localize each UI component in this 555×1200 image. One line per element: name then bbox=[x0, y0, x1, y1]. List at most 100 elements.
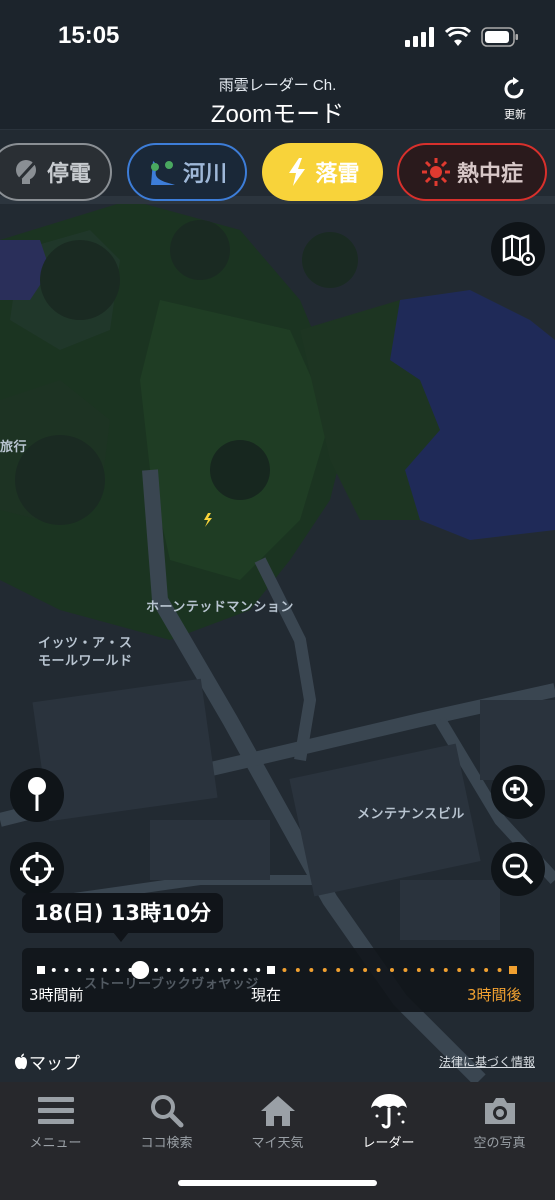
timeline-past-dot bbox=[256, 968, 261, 972]
timeline-end-marker bbox=[509, 966, 517, 974]
status-bar: 15:05 bbox=[0, 0, 555, 70]
chip-heatstroke[interactable]: 熱中症 bbox=[397, 143, 547, 201]
map-settings-button[interactable] bbox=[491, 222, 545, 276]
header-subtitle: 雨雲レーダー Ch. bbox=[218, 77, 337, 94]
timeline-future-dot bbox=[363, 968, 368, 972]
search-icon bbox=[150, 1095, 183, 1128]
timeline-future-dot bbox=[376, 968, 381, 972]
timeline-future-dot bbox=[416, 968, 421, 972]
timeline-past-dot bbox=[217, 968, 222, 972]
chip-lightning[interactable]: 落雷 bbox=[262, 143, 383, 201]
map-label-storybook: ストーリーブックヴォヤッジ bbox=[84, 977, 259, 992]
crosshair-icon bbox=[20, 852, 54, 886]
lightning-icon bbox=[289, 158, 306, 186]
legal-link[interactable]: 法律に基づく情報 bbox=[439, 1053, 535, 1070]
current-location-button[interactable] bbox=[10, 842, 64, 896]
signal-icon bbox=[405, 27, 434, 47]
map-label-small-world: イッツ・ア・ス モールワールド bbox=[38, 636, 133, 669]
pin-icon bbox=[28, 777, 46, 811]
apple-maps-attribution: マップ bbox=[14, 1049, 80, 1074]
timeline-past-dot bbox=[192, 968, 197, 972]
river-icon bbox=[150, 161, 175, 185]
timeline-past-dot bbox=[179, 968, 184, 972]
chip-heatstroke-label: 熱中症 bbox=[456, 162, 523, 187]
tab-sky-photos[interactable]: 空の写真 bbox=[444, 1092, 555, 1154]
timeline-future-dot bbox=[309, 968, 314, 972]
timeline-future-dot bbox=[497, 968, 502, 972]
timeline-past-dot bbox=[77, 968, 82, 972]
wifi-icon bbox=[445, 27, 471, 46]
timeline-future-dot bbox=[322, 968, 327, 972]
timeline-future-dot bbox=[457, 968, 462, 972]
refresh-icon bbox=[504, 77, 524, 99]
timeline-past-dot bbox=[205, 968, 210, 972]
timeline-past-dot bbox=[230, 968, 235, 972]
tab-search-label: ココ検索 bbox=[140, 1136, 193, 1151]
apple-logo-icon bbox=[15, 1053, 27, 1070]
timestamp-bubble: 18(日) 13時10分 bbox=[22, 893, 224, 933]
timeline-end-label: 3時間後 bbox=[467, 986, 522, 1004]
timeline-past-dot bbox=[102, 968, 107, 972]
timeline-start-label: 3時間前 bbox=[29, 986, 84, 1004]
home-icon bbox=[260, 1096, 295, 1126]
refresh-label: 更新 bbox=[504, 108, 526, 121]
power-outage-icon bbox=[13, 158, 39, 186]
pin-button[interactable] bbox=[10, 768, 64, 822]
timeline-past-dot bbox=[51, 968, 56, 972]
timeline-past-dot bbox=[154, 968, 158, 972]
tab-radar[interactable]: レーダー bbox=[333, 1092, 444, 1154]
timeline-future-dot bbox=[470, 968, 475, 972]
camera-icon bbox=[484, 1098, 515, 1124]
timeline-future-dot bbox=[403, 968, 408, 972]
apple-maps-label: マップ bbox=[29, 1054, 80, 1074]
timeline-now-marker bbox=[267, 966, 275, 974]
timeline-start-marker bbox=[37, 966, 45, 974]
tab-search[interactable]: ココ検索 bbox=[111, 1092, 222, 1154]
timeline-future-dot bbox=[282, 968, 287, 972]
timeline-past-dot bbox=[64, 968, 69, 972]
time-slider[interactable]: ストーリーブックヴォヤッジ 3時間前 現在 3時間後 bbox=[22, 948, 534, 1012]
tab-my-weather[interactable]: マイ天気 bbox=[222, 1092, 333, 1154]
timeline-past-dot bbox=[243, 968, 248, 972]
status-icons bbox=[405, 26, 519, 48]
timeline-future-dot bbox=[443, 968, 448, 972]
chip-power-outage-label: 停電 bbox=[46, 162, 91, 187]
tab-sky-photos-label: 空の写真 bbox=[473, 1136, 526, 1151]
timeline-past-dot bbox=[90, 968, 95, 972]
timeline-future-dot bbox=[349, 968, 354, 972]
tab-menu[interactable]: メニュー bbox=[0, 1092, 111, 1154]
map-label-maintenance: メンテナンスビル bbox=[357, 807, 465, 822]
chip-lightning-label: 落雷 bbox=[315, 162, 360, 187]
tab-radar-label: レーダー bbox=[362, 1136, 415, 1151]
chip-river-label: 河川 bbox=[182, 162, 227, 187]
menu-icon bbox=[37, 1097, 74, 1124]
timeline-past-dot bbox=[166, 968, 171, 972]
timeline-future-dot bbox=[390, 968, 394, 972]
timeline-future-dot bbox=[484, 968, 489, 972]
timeline-now-label: 現在 bbox=[251, 986, 282, 1004]
timeline-future-dot bbox=[430, 968, 435, 972]
timeline-future-dot bbox=[336, 968, 341, 972]
status-time: 15:05 bbox=[58, 22, 120, 49]
zoom-in-icon bbox=[502, 776, 534, 808]
app-header: 雨雲レーダー Ch. Zoomモード 更新 bbox=[0, 70, 555, 130]
refresh-button[interactable]: 更新 bbox=[495, 76, 535, 126]
timeline-past-dot bbox=[115, 968, 120, 972]
tab-menu-label: メニュー bbox=[29, 1136, 82, 1151]
tab-my-weather-label: マイ天気 bbox=[251, 1136, 304, 1151]
map-label-haunted-mansion: ホーンテッドマンション bbox=[146, 600, 294, 615]
header-title: Zoomモード bbox=[210, 101, 345, 128]
umbrella-icon bbox=[370, 1094, 407, 1129]
zoom-out-icon bbox=[502, 853, 534, 885]
chip-river[interactable]: 河川 bbox=[127, 143, 247, 201]
map-settings-icon bbox=[502, 234, 535, 266]
home-indicator bbox=[178, 1180, 377, 1186]
map-label-travel: 旅行 bbox=[0, 440, 28, 455]
timeline-future-dot bbox=[295, 968, 300, 972]
zoom-in-button[interactable] bbox=[491, 765, 545, 819]
heatstroke-icon bbox=[421, 158, 450, 186]
chip-power-outage[interactable]: 停電 bbox=[0, 143, 112, 201]
battery-icon bbox=[481, 27, 518, 47]
zoom-out-button[interactable] bbox=[491, 842, 545, 896]
timestamp-bubble-tail bbox=[113, 932, 129, 942]
